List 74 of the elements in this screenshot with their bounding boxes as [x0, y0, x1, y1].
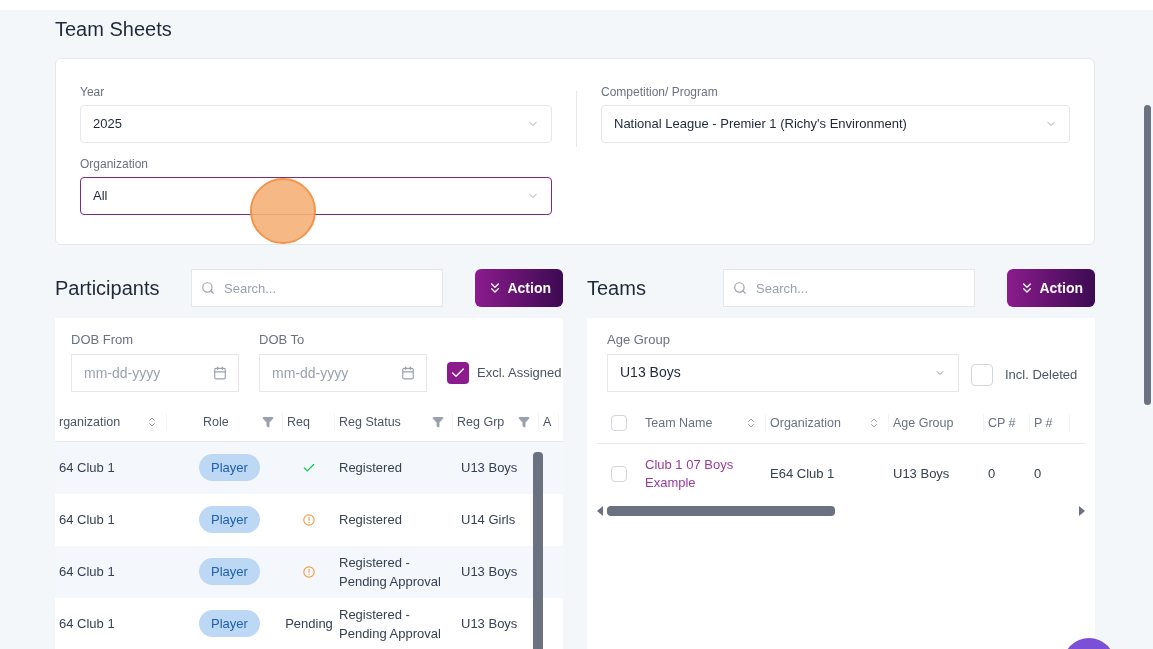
search-icon — [733, 281, 747, 295]
team-name-link[interactable]: Club 1 07 Boys Example — [645, 455, 766, 492]
section-title: Participants — [55, 276, 161, 301]
table-cell: U13 Boys — [461, 459, 518, 475]
field-label: DOB From — [71, 331, 135, 349]
table-cell: 0 — [1034, 465, 1042, 481]
field-label: Year — [80, 84, 106, 101]
vertical-scrollbar[interactable] — [533, 451, 543, 649]
column-header[interactable]: A — [543, 412, 552, 432]
search-icon — [201, 281, 215, 295]
checkbox[interactable] — [611, 415, 627, 431]
table-cell: U13 Boys — [893, 465, 950, 481]
role-badge: Player — [199, 609, 260, 638]
sort-icon[interactable] — [745, 417, 757, 429]
checkbox[interactable] — [971, 363, 993, 386]
role-badge: Player — [199, 557, 260, 586]
checkbox-label: Incl. Deleted — [1005, 365, 1078, 384]
competition-select[interactable]: National League - Premier 1 (Richy's Environment) — [601, 105, 1070, 143]
table-cell-text: Registered — [339, 459, 403, 477]
checkbox[interactable] — [447, 361, 469, 384]
column-header[interactable]: Team Name — [645, 413, 713, 433]
section-title: Teams — [587, 276, 647, 301]
field-label: Competition/ Program — [601, 84, 719, 101]
page-title: Team Sheets — [55, 17, 173, 42]
column-header[interactable]: rganization — [59, 412, 121, 432]
year-select[interactable]: 2025 — [80, 105, 552, 143]
action-button[interactable]: Action — [475, 269, 563, 307]
table-cell: 64 Club 1 — [59, 563, 115, 579]
date-field[interactable]: mm-dd-yyyy — [71, 353, 239, 392]
column-header[interactable]: Role — [203, 412, 229, 432]
column-header[interactable]: Reg Status — [339, 412, 401, 432]
role-badge: Player — [199, 505, 260, 534]
filter-icon[interactable] — [432, 416, 444, 428]
calendar-icon — [401, 365, 415, 380]
column-header[interactable]: Organization — [770, 413, 841, 433]
calendar-icon — [213, 365, 227, 380]
table-cell: U13 Boys — [461, 615, 518, 631]
table-cell-text: Registered - Pending Approval — [339, 553, 442, 591]
date-field[interactable]: mm-dd-yyyy — [259, 353, 427, 392]
checkbox-label: Excl. Assigned — [477, 363, 562, 382]
table-cell: U14 Girls — [461, 511, 516, 527]
filter-icon[interactable] — [518, 416, 530, 428]
table-cell: 64 Club 1 — [59, 615, 115, 631]
sort-icon[interactable] — [868, 417, 880, 429]
organization-select[interactable]: All — [80, 177, 552, 215]
sort-icon[interactable] — [146, 416, 158, 428]
filter-icon[interactable] — [262, 416, 274, 428]
req-text: Pending — [285, 614, 333, 633]
action-button[interactable]: Action — [1007, 269, 1095, 307]
table-cell: 0 — [988, 465, 996, 481]
search-field[interactable]: Search... — [723, 269, 976, 307]
horizontal-scrollbar[interactable] — [607, 505, 835, 516]
field-label: DOB To — [259, 331, 306, 349]
table-cell: 64 Club 1 — [59, 459, 115, 475]
table-cell: 64 Club 1 — [59, 511, 115, 527]
column-header[interactable]: CP # — [988, 413, 1016, 433]
column-header[interactable]: Age Group — [893, 413, 954, 433]
field-label: Organization — [80, 156, 150, 173]
table-cell-text: Registered - Pending Approval — [339, 605, 442, 643]
checkbox[interactable] — [611, 465, 627, 482]
page-scrollbar[interactable] — [1144, 105, 1151, 405]
warning-icon — [303, 513, 315, 526]
column-header[interactable]: Req — [287, 412, 310, 432]
warning-icon — [303, 565, 315, 578]
role-badge: Player — [199, 453, 260, 482]
table-cell: U13 Boys — [461, 563, 518, 579]
search-field[interactable]: Search... — [191, 269, 444, 307]
field-label: Age Group — [607, 331, 671, 349]
column-header[interactable]: P # — [1034, 413, 1053, 433]
column-header[interactable]: Reg Grp — [457, 412, 505, 432]
scroll-right-icon[interactable] — [1079, 505, 1085, 516]
age-group-select[interactable]: U13 Boys — [607, 353, 959, 392]
table-cell-text: Registered — [339, 511, 403, 529]
table-cell: E64 Club 1 — [770, 465, 835, 481]
